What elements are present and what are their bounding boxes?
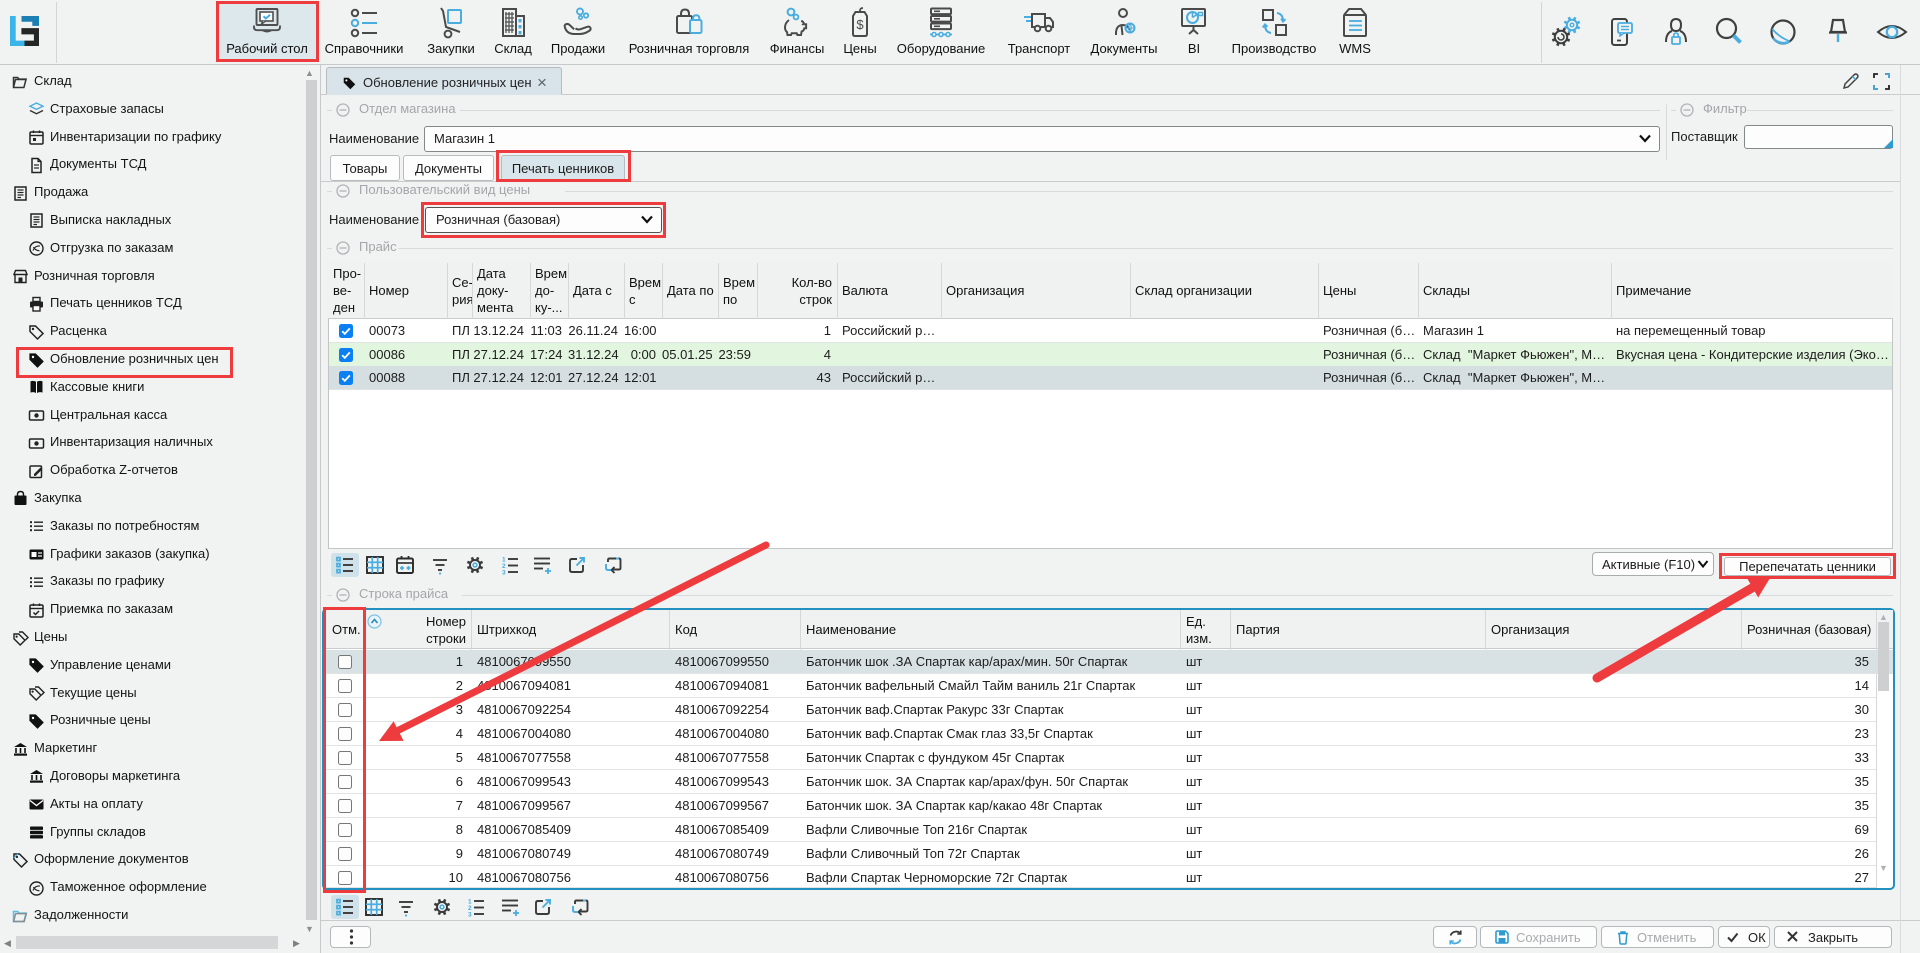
svg-text:3: 3 (502, 570, 506, 577)
svg-text:3: 3 (468, 912, 472, 919)
svg-text:$: $ (856, 17, 864, 32)
